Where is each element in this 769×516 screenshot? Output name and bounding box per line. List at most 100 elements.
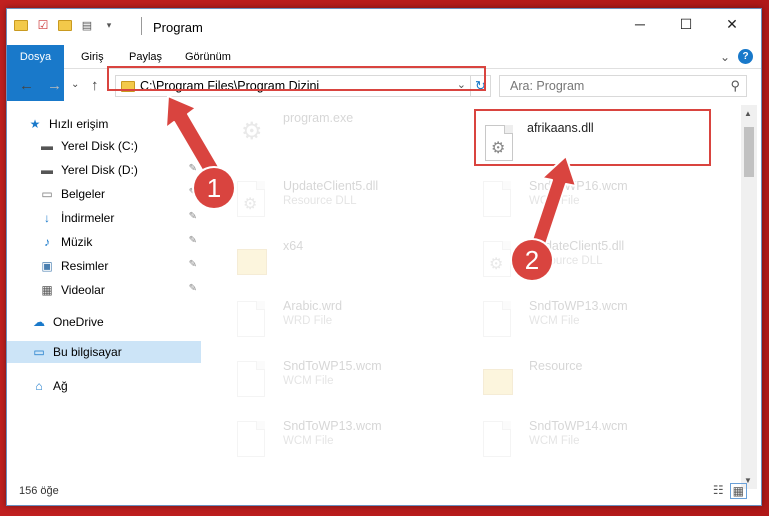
list-item[interactable]: ⚙ UpdateClient5.dll Resource DLL	[463, 237, 703, 293]
file-icon	[237, 301, 269, 341]
search-icon[interactable]: ⚲	[730, 76, 740, 96]
network-icon: ⌂	[35, 379, 43, 393]
list-item[interactable]: Resource	[463, 357, 703, 413]
sidebar-item-label: Bu bilgisayar	[53, 345, 122, 359]
scroll-up-icon[interactable]: ▲	[744, 109, 752, 118]
file-name: SndToWP13.wcm	[283, 419, 382, 433]
title-bar: ☑ ▤ ▾ Program ─ ☐ ✕	[7, 9, 761, 45]
sidebar-item-network[interactable]: ⌂ Ağ	[31, 375, 201, 397]
back-button[interactable]: ←	[19, 77, 34, 94]
pin-icon: ✎	[188, 139, 197, 150]
file-type: WCM File	[529, 195, 580, 207]
dll-file-icon: ⚙	[237, 181, 269, 221]
file-icon	[483, 301, 515, 341]
sidebar-item-label: İndirmeler	[61, 211, 115, 225]
maximize-button[interactable]: ☐	[663, 9, 709, 39]
list-item[interactable]: ⚙ UpdateClient5.dll Resource DLL	[217, 177, 457, 233]
customize-toolbar-icon[interactable]: ▾	[101, 17, 117, 33]
file-name: SndToWP15.wcm	[283, 359, 382, 373]
up-button[interactable]: ↑	[91, 77, 99, 94]
help-icon[interactable]: ?	[738, 49, 753, 64]
computer-icon: ▭	[33, 345, 45, 359]
sidebar-item-label: Müzik	[61, 235, 93, 249]
file-type: WRD File	[283, 315, 333, 327]
video-icon: ▦	[41, 283, 53, 297]
address-highlight-box	[107, 66, 486, 91]
list-item[interactable]: SndToWP13.wcm WCM File	[217, 417, 457, 473]
list-item[interactable]: SndToWP15.wcm WCM File	[217, 357, 457, 413]
list-item[interactable]: SndToWP16.wcm WCM File	[463, 177, 703, 233]
file-type: Resource DLL	[283, 195, 357, 207]
recent-locations-button[interactable]: ⌄	[71, 79, 79, 90]
close-button[interactable]: ✕	[709, 9, 755, 39]
step-2-badge: 2	[512, 240, 552, 280]
window-title: Program	[153, 20, 203, 35]
file-icon	[237, 421, 269, 461]
file-name: UpdateClient5.dll	[283, 179, 379, 193]
list-item[interactable]: SndToWP13.wcm WCM File	[463, 297, 703, 353]
file-highlight-box	[474, 109, 711, 166]
folder-icon	[13, 17, 29, 33]
sidebar-item-music[interactable]: ♪ Müzik ✎	[39, 231, 201, 253]
item-count: 156 öğe	[19, 485, 59, 497]
file-name: x64	[283, 239, 304, 253]
step-1-badge: 1	[194, 168, 234, 208]
title-separator	[141, 17, 142, 35]
list-item[interactable]: Arabic.wrd WRD File	[217, 297, 457, 353]
sidebar-item-label: Hızlı erişim	[49, 117, 109, 131]
sidebar-item-downloads[interactable]: ↓ İndirmeler ✎	[39, 207, 201, 229]
file-icon	[483, 421, 515, 461]
file-name: SndToWP16.wcm	[529, 179, 628, 193]
scroll-thumb[interactable]	[744, 127, 754, 177]
exe-file-icon: ⚙	[241, 118, 263, 145]
sidebar-item-label: OneDrive	[53, 315, 104, 329]
sidebar-item-disk-d[interactable]: ▬ Yerel Disk (D:) ✎	[39, 159, 201, 181]
properties-icon[interactable]: ☑	[35, 17, 51, 33]
file-type: WCM File	[283, 435, 334, 447]
sidebar-item-videos[interactable]: ▦ Videolar ✎	[39, 279, 201, 301]
pin-icon: ✎	[188, 235, 197, 246]
music-icon: ♪	[44, 235, 50, 249]
expand-ribbon-icon[interactable]: ⌄	[720, 50, 730, 64]
search-input[interactable]: Ara: Program ⚲	[499, 75, 747, 97]
sidebar-item-label: Yerel Disk (C:)	[61, 139, 138, 153]
file-icon	[237, 361, 269, 401]
sidebar-item-quick-access[interactable]: ★ Hızlı erişim	[27, 113, 201, 135]
sidebar-item-documents[interactable]: ▭ Belgeler ✎	[39, 183, 201, 205]
vertical-scrollbar[interactable]: ▲ ▼	[741, 105, 757, 489]
sidebar-item-label: Yerel Disk (D:)	[61, 163, 138, 177]
sidebar-item-pictures[interactable]: ▣ Resimler ✎	[39, 255, 201, 277]
file-name: Arabic.wrd	[283, 299, 343, 313]
drive-icon: ▬	[41, 163, 53, 177]
file-name: Resource	[529, 359, 583, 373]
list-item[interactable]: SndToWP14.wcm WCM File	[463, 417, 703, 473]
minimize-button[interactable]: ─	[617, 9, 663, 39]
forward-button[interactable]: →	[47, 77, 62, 94]
new-folder-icon[interactable]	[57, 17, 73, 33]
large-icons-view-icon[interactable]: ▦	[729, 483, 747, 499]
pin-icon: ✎	[188, 163, 197, 174]
pin-icon: ✎	[188, 259, 197, 270]
view-options-icon[interactable]: ▤	[79, 17, 95, 33]
list-item[interactable]: x64	[217, 237, 457, 293]
view-switcher: ☷ ▦	[713, 483, 747, 499]
file-name: SndToWP13.wcm	[529, 299, 628, 313]
folder-icon	[483, 361, 515, 401]
file-name: program.exe	[283, 111, 354, 125]
file-icon	[483, 181, 515, 221]
sidebar-item-this-pc[interactable]: ▭ Bu bilgisayar	[7, 341, 201, 363]
list-item[interactable]: ⚙ program.exe	[217, 109, 457, 165]
file-type: WCM File	[283, 375, 334, 387]
file-type: WCM File	[529, 435, 580, 447]
quick-access-toolbar: ☑ ▤ ▾	[13, 17, 117, 33]
sidebar-item-disk-c[interactable]: ▬ Yerel Disk (C:) ✎	[39, 135, 201, 157]
details-view-icon[interactable]: ☷	[713, 483, 724, 499]
sidebar-item-onedrive[interactable]: ☁ OneDrive	[31, 311, 201, 333]
pin-icon: ✎	[188, 211, 197, 222]
folder-icon	[237, 241, 269, 281]
sidebar-item-label: Ağ	[53, 379, 68, 393]
sidebar-item-label: Resimler	[61, 259, 109, 273]
drive-icon: ▬	[41, 139, 53, 153]
star-icon: ★	[29, 117, 41, 131]
sidebar-item-label: Videolar	[61, 283, 105, 297]
